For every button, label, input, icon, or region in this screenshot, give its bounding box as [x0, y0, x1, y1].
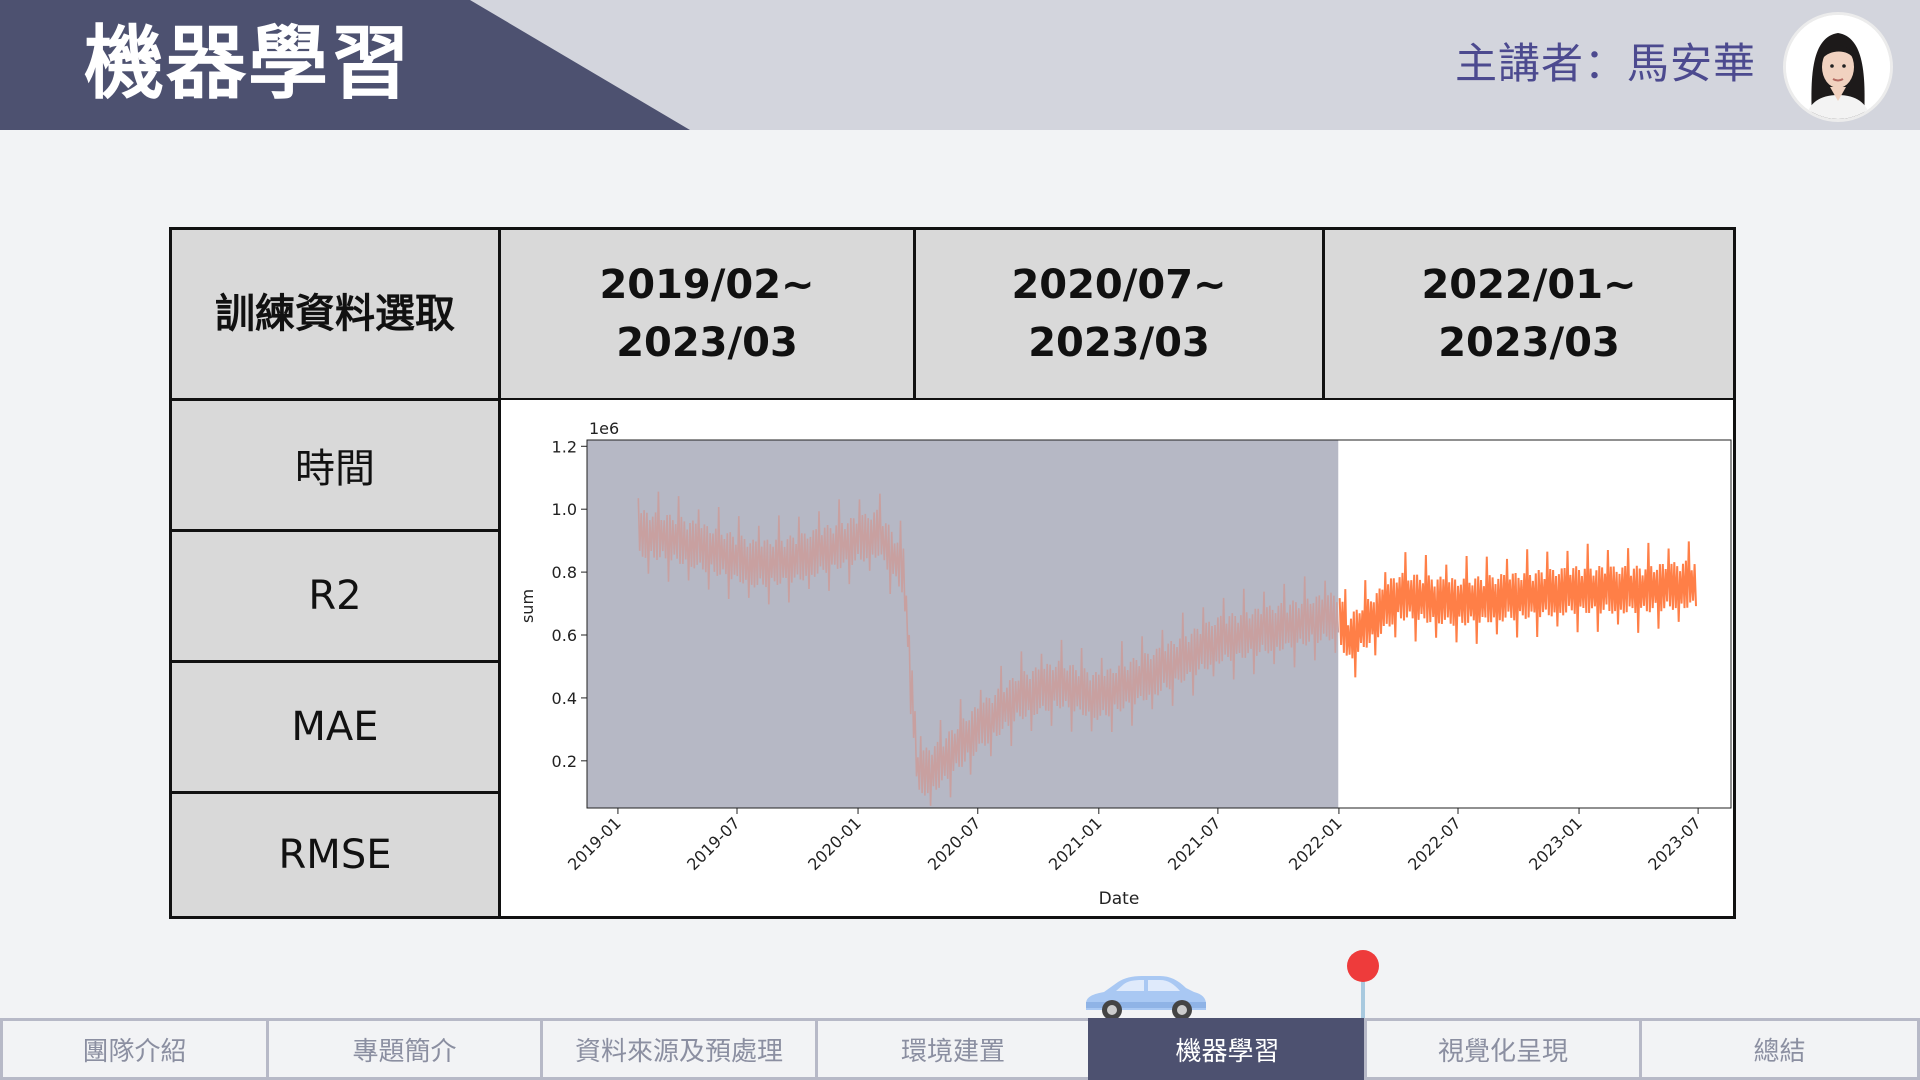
person-portrait-icon	[1786, 15, 1890, 119]
row-label-time-text: 時間	[295, 446, 375, 492]
period-2-end: 2023/03	[1028, 320, 1210, 366]
table-divider	[169, 791, 501, 794]
y-tick-label: 0.8	[552, 563, 577, 582]
row-label-rmse-text: RMSE	[278, 832, 392, 878]
period-1-start: 2019/02~	[599, 262, 815, 308]
table-divider	[1322, 227, 1325, 401]
nav-tab-machine-learning[interactable]: 機器學習	[1088, 1018, 1364, 1080]
table-divider	[169, 529, 501, 532]
period-3-start: 2022/01~	[1421, 262, 1637, 308]
period-2-start: 2020/07~	[1011, 262, 1227, 308]
y-axis-label: sum	[518, 589, 537, 623]
row-label-mae: MAE	[172, 663, 498, 791]
row-label-r2-text: R2	[308, 573, 362, 619]
y-tick-label: 0.4	[552, 689, 577, 708]
nav-tab-summary[interactable]: 總結	[1639, 1018, 1920, 1080]
chart-svg: 0.20.40.60.81.01.21e62019-01 2019-07 2020-…	[501, 400, 1733, 916]
presenter-label: 主講者：馬安華	[1454, 39, 1756, 88]
nav-tab-project-intro[interactable]: 專題簡介	[266, 1018, 540, 1080]
table-divider	[913, 227, 916, 401]
nav-tab-team[interactable]: 團隊介紹	[0, 1018, 266, 1080]
sales-line-chart: 0.2 0.4 0.6 0.8 1.0 1.2 1e6 2019-01 2019-07 2020-…	[501, 400, 1733, 916]
training-data-label: 訓練資料選取	[215, 291, 455, 337]
y-tick-label: 0.2	[552, 752, 577, 771]
row-label-r2: R2	[172, 532, 498, 660]
nav-tab-environment[interactable]: 環境建置	[815, 1018, 1088, 1080]
row-label-mae-text: MAE	[291, 704, 379, 750]
table-divider	[169, 660, 501, 663]
section-nav: 團隊介紹 專題簡介 資料來源及預處理 環境建置 機器學習 視覺化呈現 總結	[0, 1018, 1920, 1080]
header-cell-training-data: 訓練資料選取	[172, 230, 498, 398]
row-label-rmse: RMSE	[172, 794, 498, 916]
presenter-avatar	[1783, 12, 1893, 122]
x-axis-label: Date	[1099, 889, 1140, 909]
header-cell-period-1: 2019/02~ 2023/03	[501, 230, 913, 398]
nav-tab-data-source[interactable]: 資料來源及預處理	[540, 1018, 815, 1080]
header-cell-period-3: 2022/01~ 2023/03	[1325, 230, 1733, 398]
period-1-end: 2023/03	[616, 320, 798, 366]
period-3-end: 2023/03	[1438, 320, 1620, 366]
page-title: 機器學習	[84, 17, 412, 110]
row-label-time: 時間	[172, 401, 498, 529]
header-cell-period-2: 2020/07~ 2023/03	[916, 230, 1322, 398]
y-tick-label: 1.2	[552, 437, 577, 456]
car-icon	[1078, 970, 1210, 1022]
y-multiplier-label: 1e6	[589, 419, 619, 438]
y-tick-label: 1.0	[552, 500, 577, 519]
y-tick-label: 0.6	[552, 626, 577, 645]
nav-tab-visualization[interactable]: 視覺化呈現	[1364, 1018, 1639, 1080]
